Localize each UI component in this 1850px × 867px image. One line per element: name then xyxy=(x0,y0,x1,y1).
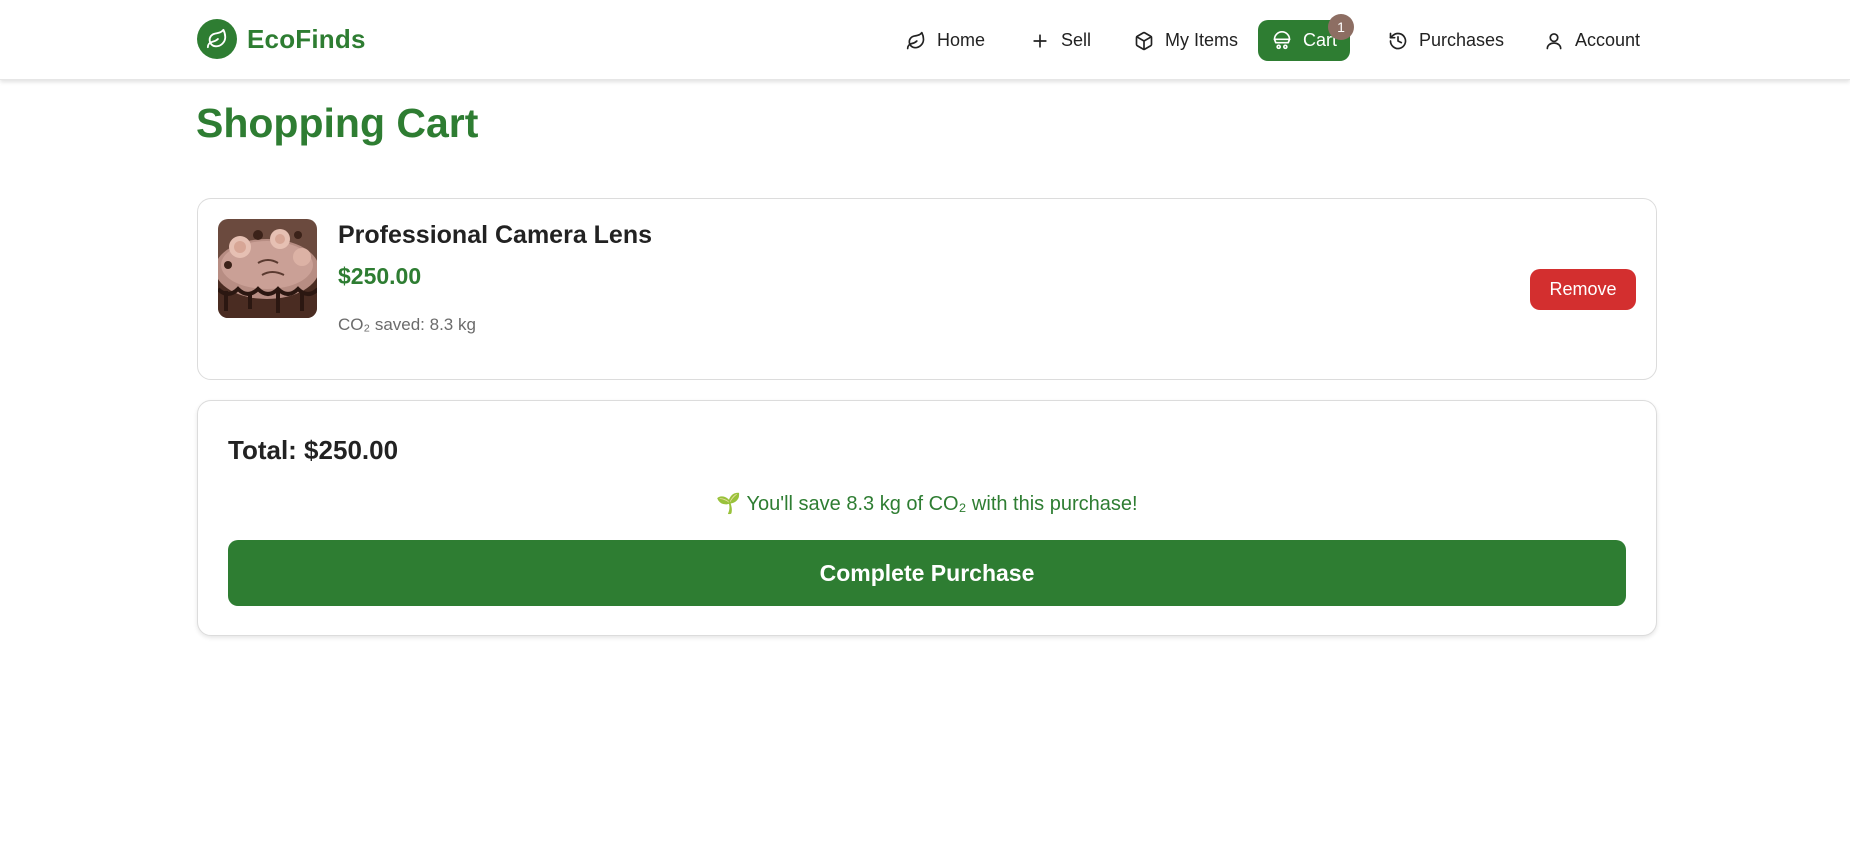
page-title: Shopping Cart xyxy=(196,100,479,146)
nav-sell-label: Sell xyxy=(1061,30,1092,50)
nav-my-items-label: My Items xyxy=(1165,30,1239,50)
order-summary-card: Total: $250.00 🌱 You'll save 8.3 kg of C… xyxy=(197,400,1657,636)
nav-cart[interactable]: Cart 1 xyxy=(1258,14,1355,61)
leaf-icon xyxy=(197,19,237,59)
brand-home-link[interactable]: EcoFinds xyxy=(197,19,366,59)
nav-my-items[interactable]: My Items xyxy=(1120,20,1251,61)
item-co2-saved: CO₂ saved: 8.3 kg xyxy=(338,315,476,334)
item-name[interactable]: Professional Camera Lens xyxy=(338,221,652,250)
nav-purchases[interactable]: Purchases xyxy=(1374,20,1517,61)
brand-name: EcoFinds xyxy=(247,23,366,54)
product-thumbnail[interactable] xyxy=(218,219,317,318)
nav-account-label: Account xyxy=(1575,30,1641,50)
cart-icon xyxy=(1271,30,1293,52)
nav-purchases-label: Purchases xyxy=(1419,30,1505,50)
nav-account[interactable]: Account xyxy=(1530,20,1653,61)
top-navigation-bar: EcoFinds Home Sell My Items Cart 1 Purch… xyxy=(0,0,1850,80)
order-total: Total: $250.00 xyxy=(228,435,399,465)
cart-item-card: Professional Camera Lens $250.00 CO₂ sav… xyxy=(197,198,1657,380)
nav-sell[interactable]: Sell xyxy=(1016,20,1104,61)
co2-savings-message: 🌱 You'll save 8.3 kg of CO₂ with this pu… xyxy=(716,493,1138,515)
box-icon xyxy=(1133,30,1155,52)
item-price: $250.00 xyxy=(338,263,422,289)
nav-home-label: Home xyxy=(937,30,986,50)
cart-count-badge: 1 xyxy=(1328,14,1355,40)
history-icon xyxy=(1387,30,1409,52)
user-icon xyxy=(1543,30,1565,52)
remove-item-button[interactable]: Remove xyxy=(1530,269,1636,310)
leaf-icon xyxy=(905,30,927,52)
complete-purchase-button[interactable]: Complete Purchase xyxy=(228,540,1626,606)
plus-icon xyxy=(1029,30,1051,52)
nav-home[interactable]: Home xyxy=(892,20,998,61)
